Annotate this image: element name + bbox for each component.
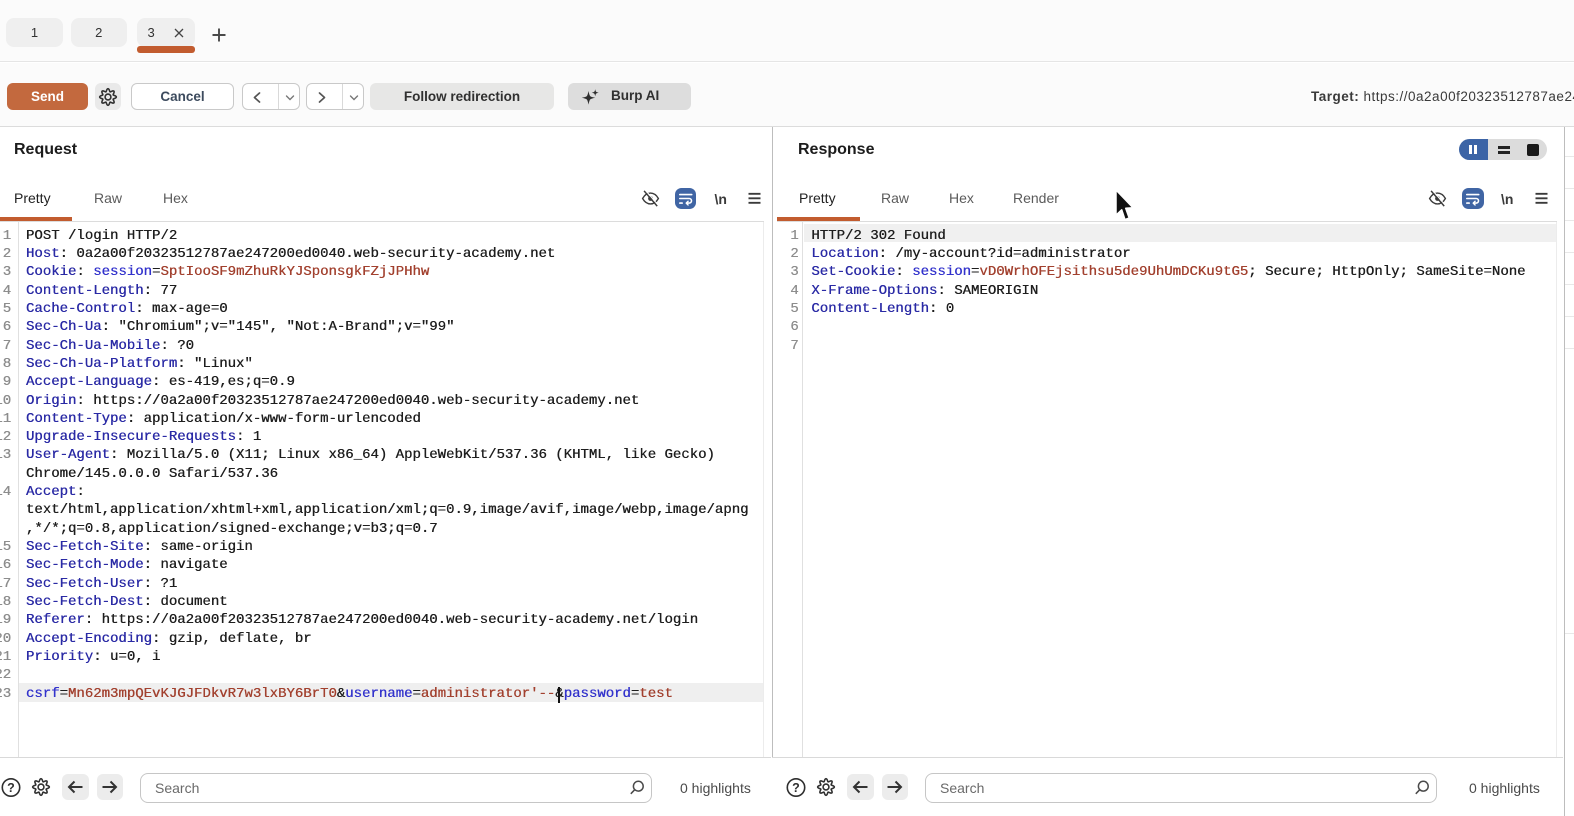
svg-text:?: ? bbox=[792, 781, 800, 795]
svg-text:?: ? bbox=[7, 781, 15, 795]
